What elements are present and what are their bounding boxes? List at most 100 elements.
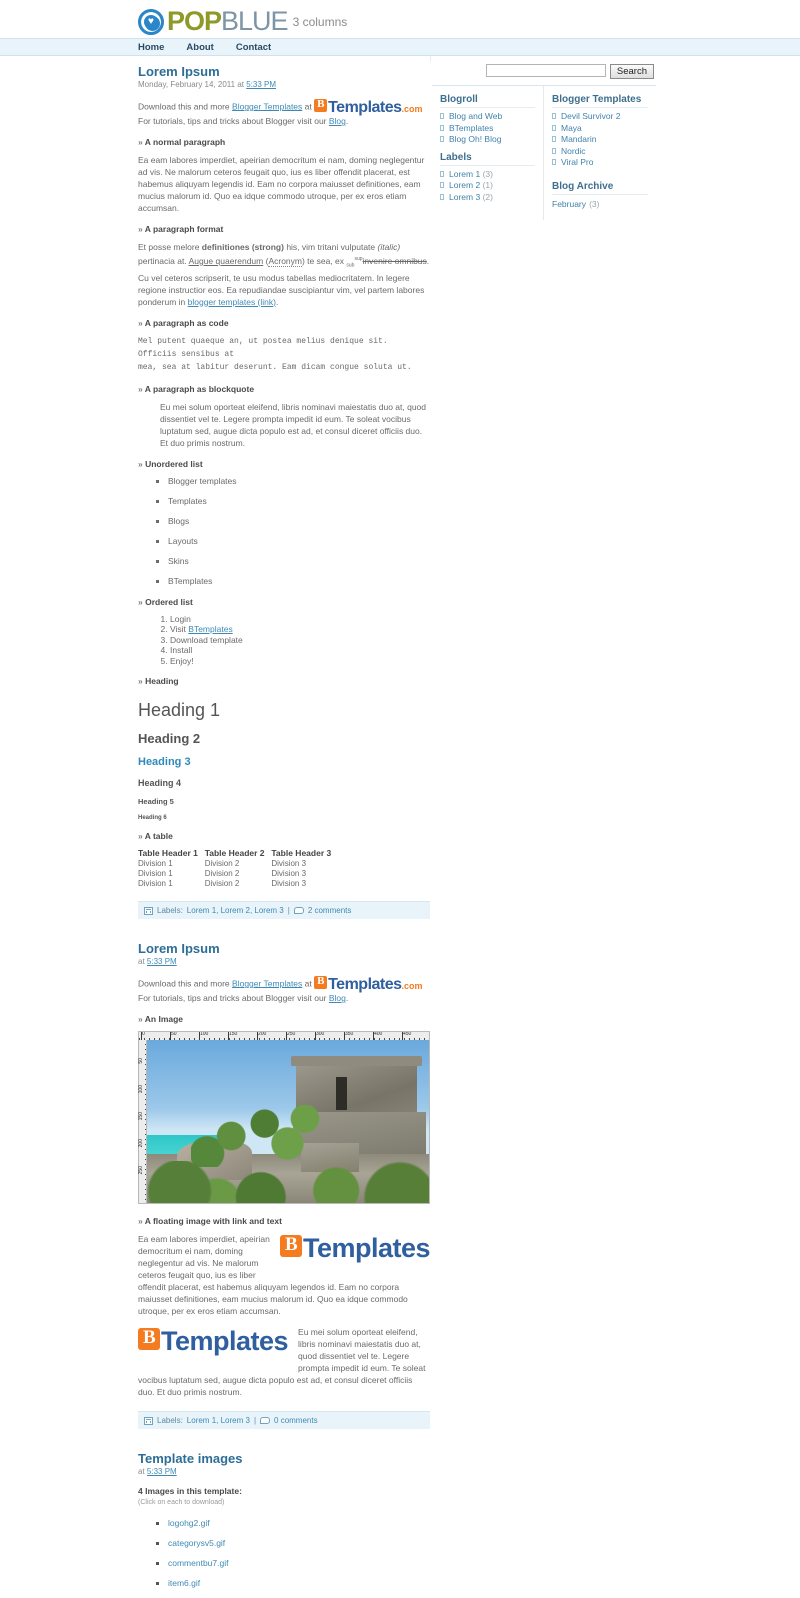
post-date: at	[138, 957, 147, 967]
blogroll-link[interactable]: BTemplates	[449, 123, 493, 133]
archive-link[interactable]: February	[552, 199, 586, 209]
table-header-cell: Table Header 3	[271, 848, 332, 859]
archive-count: (3)	[589, 198, 600, 209]
sidebar-column-2: Blogger Templates Devil Survivor 2 Maya …	[544, 86, 656, 220]
comment-icon	[293, 907, 304, 915]
blogger-templates-link[interactable]: Blogger Templates	[232, 101, 302, 111]
post-title[interactable]: Lorem Ipsum	[138, 941, 430, 956]
code-block: Mel putent quaeque an, ut postea melius …	[138, 336, 412, 372]
blog-link[interactable]: Blog	[329, 993, 346, 1003]
post-labels-link[interactable]: Lorem 1, Lorem 2, Lorem 3	[187, 906, 284, 915]
template-link[interactable]: Viral Pro	[561, 157, 593, 167]
demo-heading-4: Heading 4	[138, 778, 182, 789]
list-item[interactable]: categorysv5.gif	[168, 1538, 430, 1549]
list-item[interactable]: Maya	[552, 123, 648, 135]
btemplates-b-icon	[314, 975, 328, 990]
post-time-link[interactable]: 5:33 PM	[147, 1467, 177, 1476]
label-link[interactable]: Lorem 3	[449, 192, 480, 202]
post-meta: Monday, February 14, 2011 at 5:33 PM	[138, 80, 430, 89]
fmt-del: invenire omnibus	[362, 255, 427, 266]
label-link[interactable]: Lorem 2	[449, 180, 480, 190]
page-icon	[552, 136, 556, 142]
list-item[interactable]: Blog Oh! Blog	[440, 134, 535, 146]
btemplates-b-icon	[138, 1327, 160, 1351]
list-item: Blogger templates	[168, 476, 430, 487]
list-item[interactable]: Devil Survivor 2	[552, 111, 648, 123]
nav-item-contact[interactable]: Contact	[236, 42, 271, 53]
sidebar: Search Blogroll Blog and Web BTemplates …	[432, 56, 656, 220]
blog-link[interactable]: Blog	[329, 116, 346, 126]
list-item[interactable]: BTemplates	[440, 123, 535, 135]
main-nav: Home About Contact	[0, 38, 800, 56]
template-link[interactable]: Devil Survivor 2	[561, 111, 621, 121]
file-link[interactable]: item6.gif	[168, 1578, 200, 1588]
ruler-tick-label: 50	[138, 1058, 144, 1064]
btemplates-logo-right[interactable]: Templates	[279, 1233, 431, 1264]
logo-tagline: 3 columns	[292, 14, 348, 29]
template-link[interactable]: Mandarin	[561, 134, 596, 144]
search-button[interactable]: Search	[609, 64, 654, 79]
btemplates-link[interactable]: BTemplates	[188, 624, 232, 634]
post-time-link[interactable]: 5:33 PM	[147, 957, 177, 966]
tag-icon	[144, 1416, 153, 1425]
list-item[interactable]: item6.gif	[168, 1578, 430, 1589]
post-meta: at 5:33 PM	[138, 1467, 430, 1476]
label-link[interactable]: Lorem 1	[449, 169, 480, 179]
demo-table: Table Header 1 Table Header 2 Table Head…	[138, 848, 338, 889]
nav-item-home[interactable]: Home	[138, 42, 164, 53]
table-cell: Division 2	[204, 869, 240, 879]
btemplates-logo-left[interactable]: Templates	[138, 1326, 289, 1357]
table-header-cell: Table Header 2	[204, 848, 265, 859]
logo-text-pop: POP	[167, 6, 222, 36]
float-block-1: Templates Ea eam labores imperdiet, apei…	[138, 1233, 431, 1326]
comments-link[interactable]: 0 comments	[274, 1416, 318, 1425]
section-heading-heading: Heading	[138, 676, 430, 686]
ruler-tick-label: 0	[142, 1031, 145, 1038]
list-item: Enjoy!	[170, 656, 430, 667]
site-logo[interactable]: ♥ POP BLUE 3 columns	[138, 6, 347, 37]
table-cell: Division 3	[271, 879, 307, 889]
archive-item[interactable]: February (3)	[552, 198, 648, 210]
labels-prefix: Labels:	[157, 1416, 183, 1426]
blogroll-link[interactable]: Blog and Web	[449, 111, 502, 121]
screenshot-image-with-ruler[interactable]: 0 50 100 150 200 250 300 350 400 450 50 …	[138, 1031, 430, 1205]
btemplates-wordmark: Templates	[302, 1233, 431, 1264]
file-link[interactable]: commentbu7.gif	[168, 1558, 228, 1568]
list-item[interactable]: Lorem 1 (3)	[440, 169, 535, 181]
file-link[interactable]: logohg2.gif	[168, 1518, 210, 1528]
label-count: (1)	[482, 180, 493, 190]
page-root: ♥ POP BLUE 3 columns Home About Contact …	[0, 0, 800, 1588]
list-item[interactable]: Mandarin	[552, 134, 648, 146]
btemplates-b-icon	[279, 1234, 302, 1258]
list-item[interactable]: commentbu7.gif	[168, 1558, 430, 1569]
template-link[interactable]: Nordic	[561, 146, 586, 156]
nav-item-about[interactable]: About	[186, 42, 213, 53]
ruler-tick-label: 150	[138, 1112, 144, 1121]
blogroll-link[interactable]: Blog Oh! Blog	[449, 134, 501, 144]
list-item[interactable]: Lorem 2 (1)	[440, 180, 535, 192]
fmt-g: .	[275, 296, 279, 307]
search-form: Search	[432, 56, 656, 85]
template-link[interactable]: Maya	[561, 123, 582, 133]
blogger-templates-link[interactable]: Blogger Templates	[232, 978, 302, 988]
list-item[interactable]: Viral Pro	[552, 157, 648, 169]
search-input[interactable]	[485, 64, 606, 77]
unordered-list: Blogger templates Templates Blogs Layout…	[138, 476, 430, 587]
list-item: Install	[170, 645, 430, 656]
list-item[interactable]: logohg2.gif	[168, 1518, 430, 1529]
site-header: ♥ POP BLUE 3 columns	[0, 0, 800, 38]
blogger-templates-inline-link[interactable]: blogger templates (link)	[188, 297, 276, 307]
file-link[interactable]: categorysv5.gif	[168, 1538, 225, 1548]
list-item[interactable]: Nordic	[552, 146, 648, 158]
post-labels-link[interactable]: Lorem 1, Lorem 3	[187, 1416, 250, 1425]
ruler-horizontal: 0 50 100 150 200 250 300 350 400 450	[138, 1031, 430, 1041]
section-heading-unordered-list: Unordered list	[138, 459, 430, 469]
post-time-link[interactable]: 5:33 PM	[246, 80, 276, 89]
post-title[interactable]: Lorem Ipsum	[138, 64, 430, 79]
list-item[interactable]: Blog and Web	[440, 111, 535, 123]
post-title[interactable]: Template images	[138, 1451, 430, 1466]
comments-link[interactable]: 2 comments	[308, 906, 352, 915]
page-icon	[440, 182, 444, 188]
list-item: Blogs	[168, 516, 430, 527]
list-item[interactable]: Lorem 3 (2)	[440, 192, 535, 204]
